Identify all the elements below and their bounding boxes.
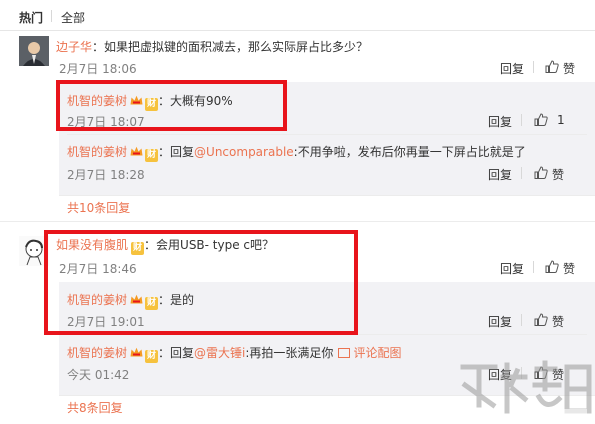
tab-divider bbox=[51, 10, 52, 22]
reply-text: :不用争啦，发布后你再量一下屏占比就是了 bbox=[293, 145, 526, 159]
comment-tabs: 热门 全部 bbox=[0, 0, 595, 31]
cai-badge-icon: 财 bbox=[145, 149, 159, 162]
like-button[interactable]: 赞 bbox=[563, 260, 575, 277]
mention-link[interactable]: @雷大锤i bbox=[194, 346, 245, 360]
mention-link[interactable]: @Uncomparable bbox=[194, 145, 294, 159]
reply-button[interactable]: 回复 bbox=[500, 60, 524, 77]
highlight-box bbox=[56, 80, 287, 131]
like-count: 1 bbox=[557, 113, 565, 127]
cai-badge-icon: 财 bbox=[145, 350, 159, 363]
tab-hot[interactable]: 热门 bbox=[19, 9, 43, 26]
reply-time: 2月7日 18:28 bbox=[67, 168, 145, 182]
like-button[interactable]: 赞 bbox=[552, 313, 564, 330]
tab-all[interactable]: 全部 bbox=[61, 9, 85, 26]
reply-username[interactable]: 机智的姜树 bbox=[67, 346, 127, 360]
comment-image-link[interactable]: 评论配图 bbox=[353, 346, 401, 360]
like-button[interactable]: 赞 bbox=[552, 166, 564, 183]
reply-prefix: 回复 bbox=[170, 346, 195, 360]
crown-icon bbox=[130, 347, 143, 357]
reply-button[interactable]: 回复 bbox=[500, 260, 524, 277]
reply-button[interactable]: 回复 bbox=[488, 113, 512, 130]
reply-button[interactable]: 回复 bbox=[488, 166, 512, 183]
comment-text-line: 边子华：如果把虚拟键的面积减去，那么实际屏占比多少？ bbox=[56, 40, 369, 54]
like-icon[interactable] bbox=[534, 113, 548, 126]
reply-username[interactable]: 机智的姜树 bbox=[67, 145, 127, 159]
crown-icon bbox=[130, 146, 143, 156]
reply-text-line: 机智的姜树财：回复@雷大锤i:再拍一张满足你 评论配图 bbox=[67, 346, 402, 363]
like-icon[interactable] bbox=[545, 260, 559, 273]
reply-text-line: 机智的姜树财：回复@Uncomparable:不用争啦，发布后你再量一下屏占比就… bbox=[67, 145, 526, 162]
reply-time: 今天 01:42 bbox=[67, 368, 130, 382]
like-button[interactable]: 赞 bbox=[563, 60, 575, 77]
reply-button[interactable]: 回复 bbox=[488, 313, 512, 330]
comment-divider bbox=[0, 221, 595, 222]
action-divider bbox=[533, 61, 534, 73]
comment-text: 如果把虚拟键的面积减去，那么实际屏占比多少？ bbox=[104, 40, 369, 54]
reply-text: :再拍一张满足你 bbox=[245, 346, 334, 360]
action-divider bbox=[533, 261, 534, 273]
reply-prefix: 回复 bbox=[170, 145, 195, 159]
action-divider bbox=[521, 167, 522, 179]
action-divider bbox=[521, 314, 522, 326]
avatar[interactable] bbox=[19, 36, 49, 66]
like-icon[interactable] bbox=[545, 60, 559, 73]
more-replies-link[interactable]: 共8条回复 bbox=[67, 399, 123, 416]
comment-username[interactable]: 边子华 bbox=[56, 40, 92, 54]
more-replies-link[interactable]: 共10条回复 bbox=[67, 199, 130, 216]
action-divider bbox=[521, 114, 522, 126]
watermark-logo-icon bbox=[460, 360, 592, 421]
like-icon[interactable] bbox=[534, 166, 548, 179]
divider bbox=[67, 134, 587, 135]
like-icon[interactable] bbox=[534, 313, 548, 326]
divider bbox=[59, 195, 595, 196]
comment-time: 2月7日 18:06 bbox=[59, 62, 137, 76]
highlight-box bbox=[44, 230, 358, 335]
image-icon bbox=[338, 348, 351, 358]
